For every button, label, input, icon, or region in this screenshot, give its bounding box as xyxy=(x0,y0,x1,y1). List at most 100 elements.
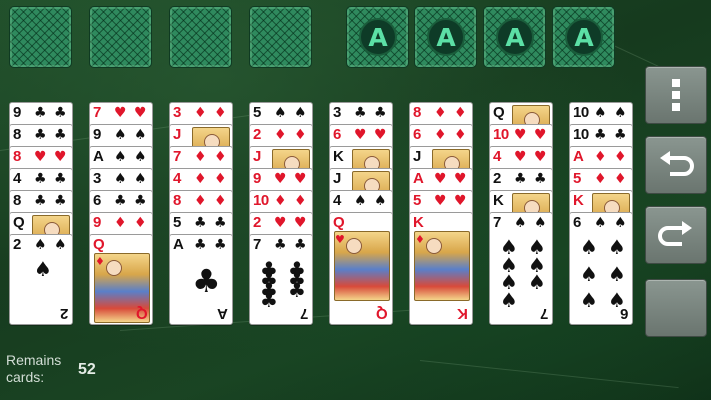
redo-button[interactable] xyxy=(645,206,707,264)
card-rank-bottom: Q xyxy=(376,305,388,322)
card-suit: ♣ xyxy=(194,215,208,231)
card-suit-pip: ♠ xyxy=(134,171,148,187)
card-rank-bottom: 2 xyxy=(59,305,68,322)
card-center-pip: ♠ xyxy=(34,257,52,281)
card-suit-pip: ♣ xyxy=(54,105,68,121)
free-cell-slot[interactable] xyxy=(249,6,312,68)
card-suit-pip: ♣ xyxy=(534,171,548,187)
card-suit: ♣ xyxy=(354,105,368,121)
card-suit-pip: ♥ xyxy=(454,171,468,187)
card-suit-pip: ♣ xyxy=(214,215,228,231)
card-suit-pip: ♠ xyxy=(374,193,388,209)
card-suit-pip: ♠ xyxy=(614,215,628,231)
card-rank: 2 xyxy=(253,214,261,231)
card-suit: ♦ xyxy=(274,127,288,143)
playing-card[interactable]: 7 ♣ ♣ ♣ ♣ ♣ ♣ ♣ ♣ ♣ 7 xyxy=(249,234,313,325)
foundation-ace-label: A xyxy=(427,18,465,56)
menu-button[interactable] xyxy=(645,66,707,124)
card-suit: ♠ xyxy=(514,215,528,231)
foundation-slot[interactable]: A xyxy=(346,6,409,68)
card-suit: ♣ xyxy=(594,127,608,143)
card-suit: ♥ xyxy=(514,149,528,165)
playing-card[interactable]: A ♣ ♣ ♣ A xyxy=(169,234,233,325)
card-rank: 5 xyxy=(573,170,581,187)
card-rank: 3 xyxy=(93,170,101,187)
card-suit-pip: ♠ xyxy=(134,127,148,143)
card-suit: ♣ xyxy=(514,171,528,187)
card-suit: ♥ xyxy=(114,105,128,121)
card-rank-bottom: Q xyxy=(136,305,148,322)
card-suit-pip: ♥ xyxy=(374,127,388,143)
card-suit-pip: ♣ xyxy=(614,127,628,143)
card-suit-pip: ♦ xyxy=(294,193,308,209)
card-rank: 10 xyxy=(573,104,589,121)
card-suit-pip: ♥ xyxy=(134,105,148,121)
card-suit-pip: ♦ xyxy=(454,127,468,143)
card-suit-pip: ♥ xyxy=(534,127,548,143)
playing-card[interactable]: 2 ♠ ♠ ♠ ♠ 2 xyxy=(9,234,73,325)
card-suit: ♣ xyxy=(34,193,48,209)
card-rank: 4 xyxy=(13,170,21,187)
card-rank-bottom: K xyxy=(457,305,468,322)
undo-button[interactable] xyxy=(645,136,707,194)
card-suit: ♠ xyxy=(34,237,48,253)
card-rank: 9 xyxy=(13,104,21,121)
card-suit: ♣ xyxy=(194,237,208,253)
free-cell-slot[interactable] xyxy=(9,6,72,68)
card-rank: 8 xyxy=(173,192,181,209)
card-suit: ♣ xyxy=(34,171,48,187)
playing-card[interactable]: Q ♥ Q xyxy=(329,212,393,325)
card-suit: ♣ xyxy=(274,237,288,253)
card-rank: 9 xyxy=(93,214,101,231)
card-suit: ♦ xyxy=(274,193,288,209)
card-suit-pip: ♠ xyxy=(294,105,308,121)
card-rank: 4 xyxy=(173,170,181,187)
card-suit-pip: ♠ xyxy=(134,149,148,165)
card-suit: ♦ xyxy=(95,255,106,268)
card-suit-pip: ♣ xyxy=(134,193,148,209)
foundation-slot[interactable]: A xyxy=(552,6,615,68)
card-rank: 7 xyxy=(173,148,181,165)
card-suit: ♣ xyxy=(34,127,48,143)
playing-card[interactable]: 7 ♠ ♠ ♠ ♠ ♠ ♠ ♠ ♠ ♠ 7 xyxy=(489,212,553,325)
card-suit: ♠ xyxy=(594,215,608,231)
card-rank-bottom: A xyxy=(217,305,228,322)
playing-card[interactable]: 6 ♠ ♠ ♠ ♠ ♠ ♠ ♠ ♠ 6 xyxy=(569,212,633,325)
card-suit-pip: ♦ xyxy=(214,105,228,121)
free-cell-slot[interactable] xyxy=(169,6,232,68)
card-rank: 6 xyxy=(573,214,581,231)
foundation-slot[interactable]: A xyxy=(414,6,477,68)
playing-card[interactable]: Q ♦ Q xyxy=(89,234,153,325)
card-rank-bottom: 7 xyxy=(299,305,308,322)
card-rank: 7 xyxy=(253,236,261,253)
card-suit: ♥ xyxy=(274,215,288,231)
card-suit: ♦ xyxy=(194,149,208,165)
card-rank: 4 xyxy=(333,192,341,209)
card-suit: ♦ xyxy=(434,105,448,121)
card-suit: ♣ xyxy=(34,105,48,121)
free-cell-slot[interactable] xyxy=(89,6,152,68)
card-rank: 9 xyxy=(253,170,261,187)
card-suit-pip: ♦ xyxy=(614,171,628,187)
playing-card[interactable]: K ♦ K xyxy=(409,212,473,325)
card-suit: ♠ xyxy=(114,171,128,187)
card-suit-pip: ♦ xyxy=(214,171,228,187)
card-suit-pip: ♣ xyxy=(54,171,68,187)
blank-button[interactable] xyxy=(645,279,707,337)
card-suit: ♥ xyxy=(354,127,368,143)
card-suit-pip: ♦ xyxy=(614,149,628,165)
card-rank: 9 xyxy=(93,126,101,143)
card-suit-pip: ♦ xyxy=(214,193,228,209)
card-suit-pip: ♥ xyxy=(54,149,68,165)
card-suit: ♥ xyxy=(274,171,288,187)
card-rank-bottom: 7 xyxy=(539,305,548,322)
foundation-ace-label: A xyxy=(359,18,397,56)
card-suit-pip: ♥ xyxy=(294,215,308,231)
card-suit: ♦ xyxy=(594,171,608,187)
foundation-slot[interactable]: A xyxy=(483,6,546,68)
card-suit-pip: ♣ xyxy=(54,127,68,143)
card-center-pip: ♣ xyxy=(288,277,306,302)
card-suit: ♥ xyxy=(34,149,48,165)
card-rank: A xyxy=(573,148,584,165)
marble-vein xyxy=(419,360,679,389)
